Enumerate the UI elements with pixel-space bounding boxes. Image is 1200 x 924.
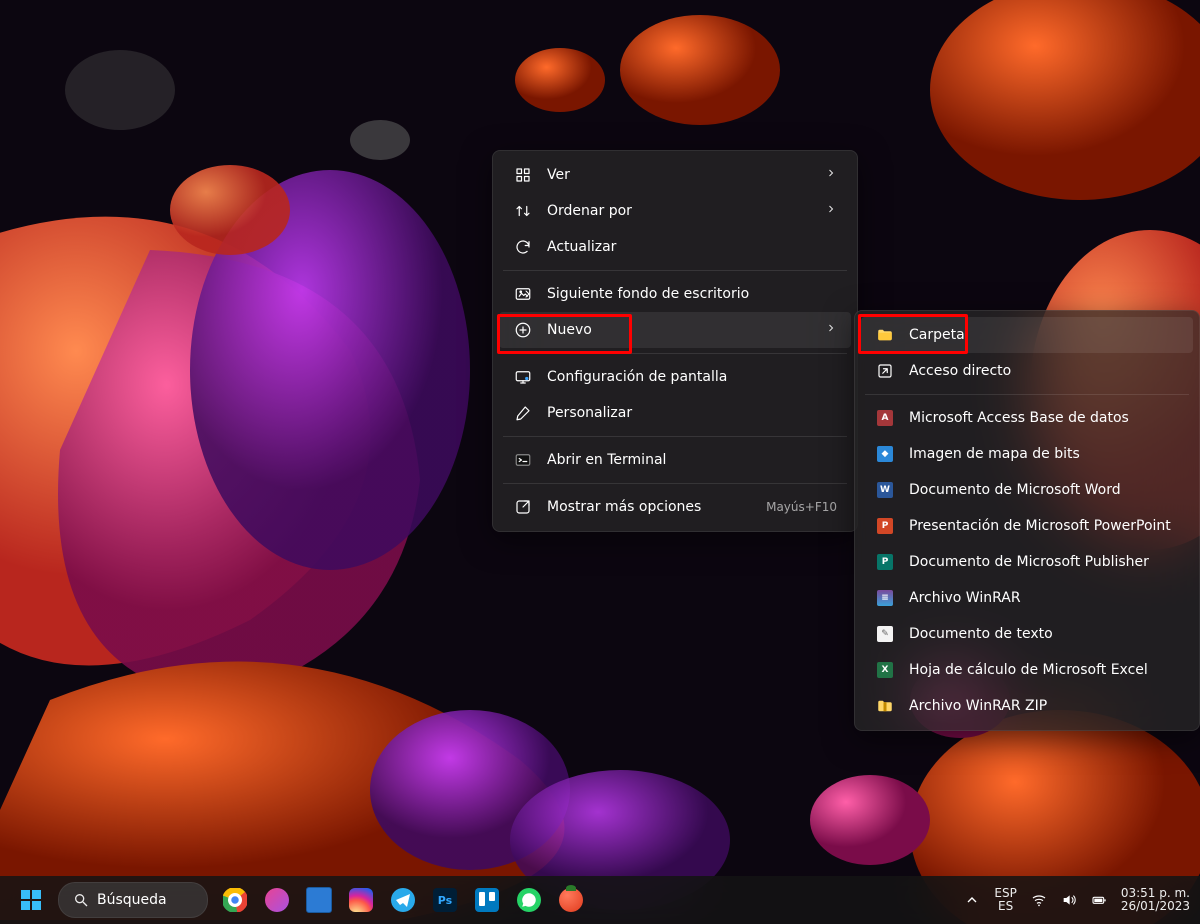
taskbar-app-purple[interactable] bbox=[257, 880, 297, 920]
terminal-icon bbox=[513, 450, 533, 470]
menu-item-refresh[interactable]: Actualizar bbox=[499, 229, 851, 265]
submenu-item-ppt[interactable]: P Presentación de Microsoft PowerPoint bbox=[861, 508, 1193, 544]
menu-item-label: Mostrar más opciones bbox=[547, 499, 736, 515]
folder-icon bbox=[875, 325, 895, 345]
submenu-item-access[interactable]: A Microsoft Access Base de datos bbox=[861, 400, 1193, 436]
pub-icon: P bbox=[875, 552, 895, 572]
menu-item-label: Ver bbox=[547, 167, 805, 183]
windows-icon bbox=[19, 888, 43, 912]
submenu-item-word[interactable]: W Documento de Microsoft Word bbox=[861, 472, 1193, 508]
submenu-item-label: Documento de Microsoft Publisher bbox=[909, 554, 1179, 570]
taskbar-app-chrome[interactable] bbox=[215, 880, 255, 920]
menu-item-next-bg[interactable]: Siguiente fondo de escritorio bbox=[499, 276, 851, 312]
txt-icon: ✎ bbox=[875, 624, 895, 644]
taskbar-app-whatsapp[interactable] bbox=[509, 880, 549, 920]
chevron-right-icon bbox=[825, 203, 837, 215]
menu-item-label: Ordenar por bbox=[547, 203, 805, 219]
new-submenu: Carpeta Acceso directo A Microsoft Access B… bbox=[854, 310, 1200, 731]
submenu-item-label: Presentación de Microsoft PowerPoint bbox=[909, 518, 1179, 534]
taskbar-app-telegram[interactable] bbox=[383, 880, 423, 920]
menu-item-label: Actualizar bbox=[547, 239, 837, 255]
submenu-item-label: Documento de Microsoft Word bbox=[909, 482, 1179, 498]
taskbar-app-photoshop[interactable]: Ps bbox=[425, 880, 465, 920]
menu-item-more[interactable]: Mostrar más opciones Mayús+F10 bbox=[499, 489, 851, 525]
taskbar-app-pomodoro[interactable] bbox=[551, 880, 591, 920]
taskbar-app-trello[interactable] bbox=[467, 880, 507, 920]
bmp-icon: ◆ bbox=[875, 444, 895, 464]
shortcut-icon bbox=[875, 361, 895, 381]
submenu-item-pub[interactable]: P Documento de Microsoft Publisher bbox=[861, 544, 1193, 580]
grid-icon bbox=[513, 165, 533, 185]
menu-item-label: Abrir en Terminal bbox=[547, 452, 837, 468]
submenu-item-bmp[interactable]: ◆ Imagen de mapa de bits bbox=[861, 436, 1193, 472]
submenu-item-label: Archivo WinRAR ZIP bbox=[909, 698, 1179, 714]
submenu-item-label: Hoja de cálculo de Microsoft Excel bbox=[909, 662, 1179, 678]
taskbar-app-calculator[interactable] bbox=[299, 880, 339, 920]
access-icon: A bbox=[875, 408, 895, 428]
sort-icon bbox=[513, 201, 533, 221]
search-icon bbox=[73, 892, 89, 908]
desktop[interactable]: Ver Ordenar por Actualizar Siguiente fondo … bbox=[0, 0, 1200, 924]
taskbar: Búsqueda Ps ESP ES 03:51 p. m. 26/01/202… bbox=[0, 876, 1200, 924]
chevron-right-icon bbox=[825, 322, 837, 334]
word-icon: W bbox=[875, 480, 895, 500]
submenu-item-label: Acceso directo bbox=[909, 363, 1179, 379]
desktop-context-menu: Ver Ordenar por Actualizar Siguiente fondo … bbox=[492, 150, 858, 532]
menu-item-label: Personalizar bbox=[547, 405, 837, 421]
taskbar-app-instagram[interactable] bbox=[341, 880, 381, 920]
xls-icon: X bbox=[875, 660, 895, 680]
submenu-item-label: Archivo WinRAR bbox=[909, 590, 1179, 606]
menu-item-label: Siguiente fondo de escritorio bbox=[547, 286, 837, 302]
plus-circle-icon bbox=[513, 320, 533, 340]
submenu-item-label: Imagen de mapa de bits bbox=[909, 446, 1179, 462]
taskbar-search[interactable]: Búsqueda bbox=[58, 882, 208, 918]
menu-item-label: Nuevo bbox=[547, 322, 805, 338]
submenu-item-rar[interactable]: ≡ Archivo WinRAR bbox=[861, 580, 1193, 616]
wifi-icon[interactable] bbox=[1031, 892, 1047, 908]
submenu-item-txt[interactable]: ✎ Documento de texto bbox=[861, 616, 1193, 652]
menu-item-grid[interactable]: Ver bbox=[499, 157, 851, 193]
chrome-icon bbox=[223, 888, 247, 912]
menu-item-shortcut: Mayús+F10 bbox=[766, 500, 837, 514]
menu-item-terminal[interactable]: Abrir en Terminal bbox=[499, 442, 851, 478]
refresh-icon bbox=[513, 237, 533, 257]
menu-item-display-settings[interactable]: Configuración de pantalla bbox=[499, 359, 851, 395]
more-icon bbox=[513, 497, 533, 517]
zip-icon bbox=[875, 696, 895, 716]
menu-item-brush[interactable]: Personalizar bbox=[499, 395, 851, 431]
battery-icon[interactable] bbox=[1091, 892, 1107, 908]
menu-item-label: Configuración de pantalla bbox=[547, 369, 837, 385]
menu-item-plus-circle[interactable]: Nuevo bbox=[499, 312, 851, 348]
next-bg-icon bbox=[513, 284, 533, 304]
brush-icon bbox=[513, 403, 533, 423]
clock[interactable]: 03:51 p. m. 26/01/2023 bbox=[1121, 887, 1190, 913]
menu-item-sort[interactable]: Ordenar por bbox=[499, 193, 851, 229]
language-indicator[interactable]: ESP ES bbox=[994, 887, 1016, 913]
chevron-right-icon bbox=[825, 167, 837, 179]
display-settings-icon bbox=[513, 367, 533, 387]
rar-icon: ≡ bbox=[875, 588, 895, 608]
volume-icon[interactable] bbox=[1061, 892, 1077, 908]
submenu-item-label: Microsoft Access Base de datos bbox=[909, 410, 1179, 426]
submenu-item-folder[interactable]: Carpeta bbox=[861, 317, 1193, 353]
submenu-item-shortcut[interactable]: Acceso directo bbox=[861, 353, 1193, 389]
tray-chevron-icon[interactable] bbox=[964, 892, 980, 908]
search-placeholder: Búsqueda bbox=[97, 892, 167, 908]
ppt-icon: P bbox=[875, 516, 895, 536]
submenu-item-label: Documento de texto bbox=[909, 626, 1179, 642]
submenu-item-zip[interactable]: Archivo WinRAR ZIP bbox=[861, 688, 1193, 724]
submenu-item-label: Carpeta bbox=[909, 327, 1179, 343]
start-button[interactable] bbox=[11, 880, 51, 920]
submenu-item-xls[interactable]: X Hoja de cálculo de Microsoft Excel bbox=[861, 652, 1193, 688]
